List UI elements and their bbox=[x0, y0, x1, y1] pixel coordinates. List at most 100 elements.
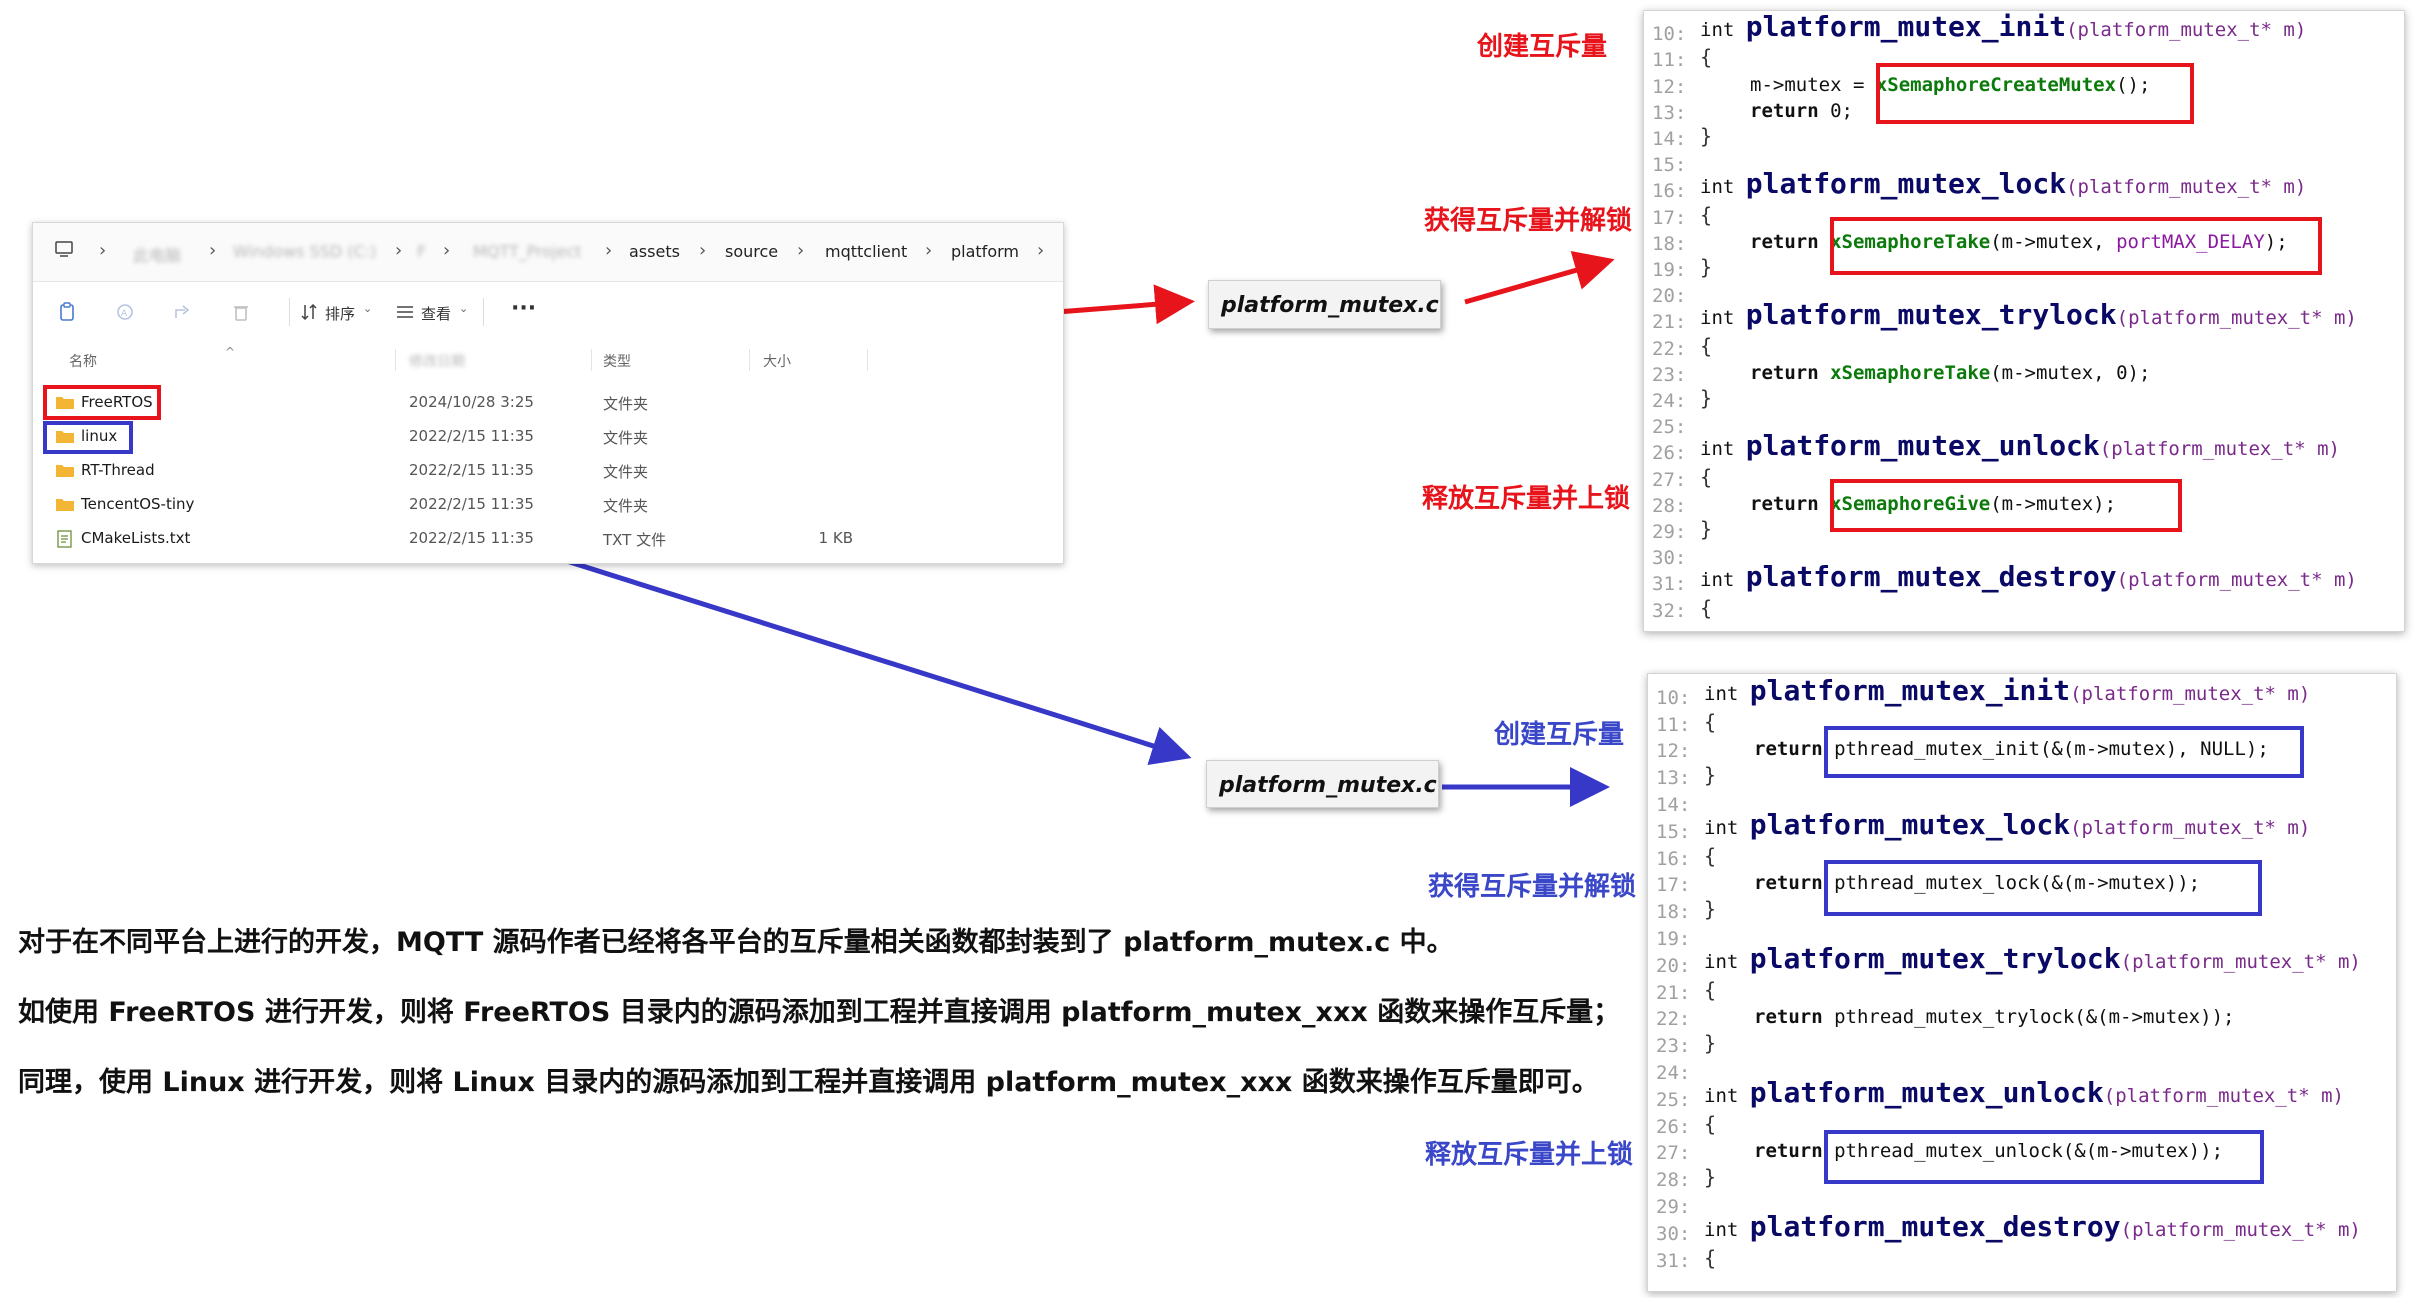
breadcrumb-item[interactable]: assets bbox=[629, 242, 680, 261]
return-keyword: return bbox=[1750, 361, 1831, 384]
file-explorer-window: › 此电脑 › Windows SSD (C:) › F › MQTT_Proj… bbox=[32, 222, 1064, 564]
code-highlight-box bbox=[1876, 63, 2194, 124]
brace: } bbox=[1704, 763, 1717, 788]
column-header-name[interactable]: 名称 bbox=[69, 351, 97, 371]
share-icon[interactable] bbox=[173, 302, 193, 322]
line-number: 13: bbox=[1656, 767, 1691, 790]
file-row-rt-thread[interactable]: RT-Thread 2022/2/15 11:35 文件夹 bbox=[33, 453, 1063, 487]
sort-button[interactable]: 排序 bbox=[325, 303, 355, 324]
return-keyword: return bbox=[1754, 1006, 1835, 1029]
file-row-cmakelists[interactable]: CMakeLists.txt 2022/2/15 11:35 TXT 文件 1 … bbox=[33, 521, 1063, 555]
column-header-size[interactable]: 大小 bbox=[763, 351, 791, 371]
file-name: TencentOS-tiny bbox=[81, 495, 195, 513]
line-number: 20: bbox=[1656, 954, 1691, 977]
code-text: int platform_mutex_destroy(platform_mute… bbox=[1700, 560, 2357, 593]
line-number: 20: bbox=[1652, 285, 1687, 308]
breadcrumb-item[interactable]: source bbox=[725, 242, 778, 261]
code-line: 24:} bbox=[1644, 386, 2404, 412]
code-line: 10: int platform_mutex_init(platform_mute… bbox=[1648, 674, 2396, 709]
code-text: int platform_mutex_trylock(platform_mute… bbox=[1704, 942, 2361, 975]
keyword-int: int bbox=[1704, 1218, 1750, 1241]
file-type: 文件夹 bbox=[603, 463, 649, 481]
function-params: (platform_mutex_t* m) bbox=[2103, 1084, 2344, 1107]
line-number: 18: bbox=[1652, 232, 1687, 255]
api-call: xSemaphoreTake bbox=[1830, 361, 1991, 384]
code-line: 23:} bbox=[1648, 1030, 2396, 1057]
line-number: 17: bbox=[1652, 206, 1687, 229]
explorer-toolbar: A 排序 ⌄ 查看 ⌄ ··· bbox=[33, 281, 1063, 344]
brace: } bbox=[1704, 897, 1717, 922]
breadcrumb-item[interactable]: platform bbox=[951, 242, 1019, 261]
breadcrumb-item[interactable]: F bbox=[417, 242, 426, 261]
code-text: return 0; bbox=[1750, 100, 1853, 122]
chevron-right-icon: › bbox=[395, 240, 403, 261]
more-options-button[interactable]: ··· bbox=[511, 296, 536, 321]
function-name: platform_mutex_trylock bbox=[1745, 298, 2117, 332]
column-header-date[interactable]: 修改日期 bbox=[409, 351, 465, 371]
line-number: 10: bbox=[1656, 686, 1691, 709]
file-row-freertos[interactable]: FreeRTOS 2024/10/28 3:25 文件夹 bbox=[33, 385, 1063, 419]
code-text: } bbox=[1700, 255, 1712, 279]
code-text: { bbox=[1704, 1112, 1716, 1136]
column-header-type[interactable]: 类型 bbox=[603, 351, 631, 371]
chevron-right-icon: › bbox=[925, 240, 933, 261]
code-highlight-box bbox=[1830, 217, 2322, 275]
line-number: 15: bbox=[1652, 154, 1687, 177]
line-number: 28: bbox=[1652, 494, 1687, 517]
code-line: 21: { bbox=[1648, 977, 2396, 1004]
toolbar-divider bbox=[289, 298, 290, 326]
brace: { bbox=[1704, 1111, 1717, 1136]
line-number: 29: bbox=[1656, 1195, 1691, 1218]
return-keyword: return bbox=[1754, 738, 1835, 761]
file-date: 2022/2/15 11:35 bbox=[409, 495, 534, 513]
column-divider bbox=[591, 349, 592, 371]
breadcrumb-item[interactable]: mqttclient bbox=[825, 242, 907, 261]
file-row-tencentos[interactable]: TencentOS-tiny 2022/2/15 11:35 文件夹 bbox=[33, 487, 1063, 521]
linux-caption-create: 创建互斥量 bbox=[1494, 720, 1625, 750]
file-row-linux[interactable]: linux 2022/2/15 11:35 文件夹 bbox=[33, 419, 1063, 453]
code-line: 30: int platform_mutex_destroy(platform_m… bbox=[1648, 1210, 2396, 1245]
toolbar-divider bbox=[483, 298, 484, 326]
rename-icon[interactable]: A bbox=[115, 302, 135, 322]
return-keyword: return bbox=[1754, 872, 1835, 895]
code-line: 25: int platform_mutex_unlock(platform_mu… bbox=[1648, 1076, 2396, 1111]
chevron-right-icon: › bbox=[797, 240, 805, 261]
folder-icon bbox=[55, 462, 75, 478]
code-text: int platform_mutex_destroy(platform_mute… bbox=[1704, 1210, 2361, 1243]
code-line: 23: return xSemaphoreTake(m->mutex, 0); bbox=[1644, 360, 2404, 386]
address-bar[interactable]: › 此电脑 › Windows SSD (C:) › F › MQTT_Proj… bbox=[33, 223, 1063, 281]
api-args: (m->mutex, 0); bbox=[1990, 361, 2151, 384]
code-text: int platform_mutex_trylock(platform_mute… bbox=[1700, 298, 2357, 331]
code-line: 31: { bbox=[1648, 1245, 2396, 1272]
clipboard-icon[interactable] bbox=[57, 302, 77, 322]
folder-icon bbox=[55, 496, 75, 512]
brace: { bbox=[1700, 595, 1713, 620]
description-line-2: 如使用 FreeRTOS 进行开发，则将 FreeRTOS 目录内的源码添加到工… bbox=[18, 997, 1621, 1028]
code-line: 32: { bbox=[1644, 595, 2404, 622]
file-type: TXT 文件 bbox=[603, 531, 667, 549]
code-highlight-box bbox=[1830, 479, 2182, 532]
keyword-int: int bbox=[1704, 950, 1750, 973]
column-divider bbox=[867, 349, 868, 371]
code-line: 10: int platform_mutex_init(platform_mute… bbox=[1644, 10, 2404, 45]
breadcrumb-item[interactable]: Windows SSD (C:) bbox=[233, 242, 376, 261]
code-text: int platform_mutex_init(platform_mutex_t… bbox=[1704, 674, 2310, 707]
linux-caption-lock: 获得互斥量并解锁 bbox=[1428, 872, 1637, 902]
linux-code-panel: 10: int platform_mutex_init(platform_mute… bbox=[1647, 673, 2397, 1292]
view-icon bbox=[395, 302, 415, 322]
breadcrumb-item[interactable]: 此电脑 bbox=[133, 242, 181, 266]
line-number: 28: bbox=[1656, 1169, 1691, 1192]
function-params: (platform_mutex_t* m) bbox=[2120, 1218, 2361, 1241]
breadcrumb-item[interactable]: MQTT_Project bbox=[473, 242, 581, 261]
freertos-caption-create: 创建互斥量 bbox=[1477, 32, 1608, 62]
brace: { bbox=[1704, 843, 1717, 868]
chevron-right-icon: › bbox=[209, 240, 217, 261]
line-number: 26: bbox=[1652, 442, 1687, 465]
delete-icon[interactable] bbox=[231, 302, 251, 322]
file-date: 2022/2/15 11:35 bbox=[409, 461, 534, 479]
svg-text:A: A bbox=[121, 309, 128, 319]
line-number: 25: bbox=[1656, 1088, 1691, 1111]
view-button[interactable]: 查看 bbox=[421, 303, 451, 324]
line-number: 31: bbox=[1656, 1249, 1691, 1272]
brace: } bbox=[1700, 123, 1713, 148]
